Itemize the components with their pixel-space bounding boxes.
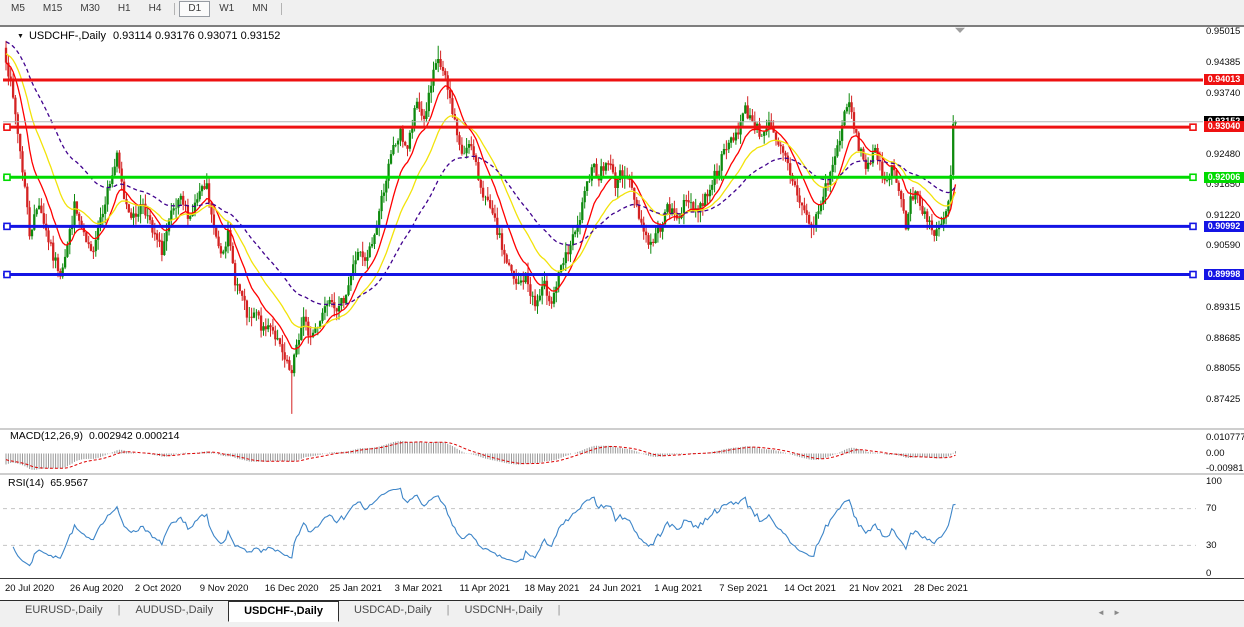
price-tick-0.92480: 0.92480 — [1206, 149, 1240, 160]
timeframe-toolbar: M5M15M30H1H4 D1W1MN — [0, 0, 1244, 18]
date-label: 9 Nov 2020 — [200, 583, 249, 594]
rsi-tick-70: 70 — [1206, 503, 1217, 514]
hline-0.90992[interactable] — [3, 223, 1196, 229]
price-tick-0.89315: 0.89315 — [1206, 302, 1240, 313]
rsi-line — [13, 488, 955, 565]
rsi-value: 65.9567 — [50, 477, 88, 489]
timeframe-button-h4[interactable]: H4 — [140, 1, 171, 17]
chart-tab-eurusd[interactable]: EURUSD-,Daily — [10, 601, 118, 620]
chart-tab-usdchf[interactable]: USDCHF-,Daily — [228, 601, 339, 622]
date-label: 28 Dec 2021 — [914, 583, 968, 594]
tab-scroll-left-icon[interactable]: ◄ — [1097, 608, 1105, 617]
tab-scroll-right-icon[interactable]: ► — [1113, 608, 1121, 617]
hline-badge-0.90992: 0.90992 — [1204, 221, 1244, 232]
rsi-label: RSI(14) 65.9567 — [8, 477, 88, 489]
ma-12-line — [6, 63, 956, 350]
timeframe-button-m30[interactable]: M30 — [71, 1, 108, 17]
macd-tick-0.00: 0.00 — [1206, 448, 1225, 459]
timeframe-button-m15[interactable]: M15 — [34, 1, 71, 17]
macd-tick--0.00981: -0.00981 — [1206, 463, 1244, 474]
hline-badge-0.94013: 0.94013 — [1204, 74, 1244, 85]
macd-label: MACD(12,26,9) 0.002942 0.000214 — [10, 430, 179, 442]
date-label: 16 Dec 2020 — [265, 583, 319, 594]
macd-values: 0.002942 0.000214 — [89, 430, 180, 442]
rsi-tick-100: 100 — [1206, 476, 1222, 487]
macd-histogram — [6, 441, 956, 470]
chart-shift-marker[interactable] — [955, 28, 965, 33]
chart-title: ▼ USDCHF-,Daily 0.93114 0.93176 0.93071 0.… — [17, 30, 280, 42]
date-label: 26 Aug 2020 — [70, 583, 123, 594]
price-tick-0.88685: 0.88685 — [1206, 333, 1240, 344]
chart-tab-usdcnh[interactable]: USDCNH-,Daily — [449, 601, 557, 620]
hline-badge-0.92006: 0.92006 — [1204, 172, 1244, 183]
hline-0.93040[interactable] — [3, 124, 1196, 130]
rsi-tick-0: 0 — [1206, 568, 1211, 579]
bear-bodies — [6, 48, 934, 373]
price-tick-0.95015: 0.95015 — [1206, 26, 1240, 37]
chart-window-top-border — [0, 18, 1244, 27]
chart-tab-bar: EURUSD-,Daily | AUDUSD-,DailyUSDCHF-,Daily… — [0, 600, 1244, 627]
date-label: 25 Jan 2021 — [330, 583, 382, 594]
chart-tab-audusd[interactable]: AUDUSD-,Daily — [120, 601, 228, 620]
hline-badge-0.93040: 0.93040 — [1204, 121, 1244, 132]
timeframe-button-w1[interactable]: W1 — [210, 1, 243, 17]
price-tick-0.88055: 0.88055 — [1206, 363, 1240, 374]
hline-badge-0.89998: 0.89998 — [1204, 269, 1244, 280]
price-tick-0.91220: 0.91220 — [1206, 210, 1240, 221]
symbol-period-label: USDCHF-,Daily — [29, 30, 106, 42]
price-tick-0.87425: 0.87425 — [1206, 394, 1240, 405]
timeframe-button-m5[interactable]: M5 — [2, 1, 34, 17]
macd-name: MACD(12,26,9) — [10, 430, 83, 442]
timeframe-button-mn[interactable]: MN — [243, 1, 277, 17]
date-label: 3 Mar 2021 — [395, 583, 443, 594]
price-tick-0.94385: 0.94385 — [1206, 57, 1240, 68]
chart-tab-usdcad[interactable]: USDCAD-,Daily — [339, 601, 447, 620]
toolbar-separator — [174, 3, 175, 15]
date-label: 24 Jun 2021 — [589, 583, 641, 594]
chart-canvas[interactable] — [0, 27, 1244, 600]
date-label: 18 May 2021 — [524, 583, 579, 594]
tab-separator: | — [558, 601, 561, 616]
ohlc-values: 0.93114 0.93176 0.93071 0.93152 — [113, 30, 280, 42]
date-label: 20 Jul 2020 — [5, 583, 54, 594]
toolbar-separator — [281, 3, 282, 15]
price-tick-0.93740: 0.93740 — [1206, 88, 1240, 99]
date-label: 1 Aug 2021 — [654, 583, 702, 594]
price-tick-0.90590: 0.90590 — [1206, 240, 1240, 251]
timeframe-button-h1[interactable]: H1 — [109, 1, 140, 17]
mt4-window: { "ui": {"title_marker": "▼"}, "toolbar"… — [0, 0, 1244, 627]
rsi-tick-30: 30 — [1206, 540, 1217, 551]
date-label: 7 Sep 2021 — [719, 583, 768, 594]
rsi-name: RSI(14) — [8, 477, 44, 489]
date-label: 11 Apr 2021 — [460, 583, 511, 594]
date-label: 14 Oct 2021 — [784, 583, 836, 594]
macd-tick-0.010777: 0.010777 — [1206, 432, 1244, 443]
title-expand-icon[interactable]: ▼ — [17, 33, 24, 40]
date-label: 21 Nov 2021 — [849, 583, 903, 594]
date-label: 2 Oct 2020 — [135, 583, 181, 594]
timeframe-button-d1[interactable]: D1 — [179, 1, 210, 17]
hline-0.89998[interactable] — [3, 272, 1196, 278]
